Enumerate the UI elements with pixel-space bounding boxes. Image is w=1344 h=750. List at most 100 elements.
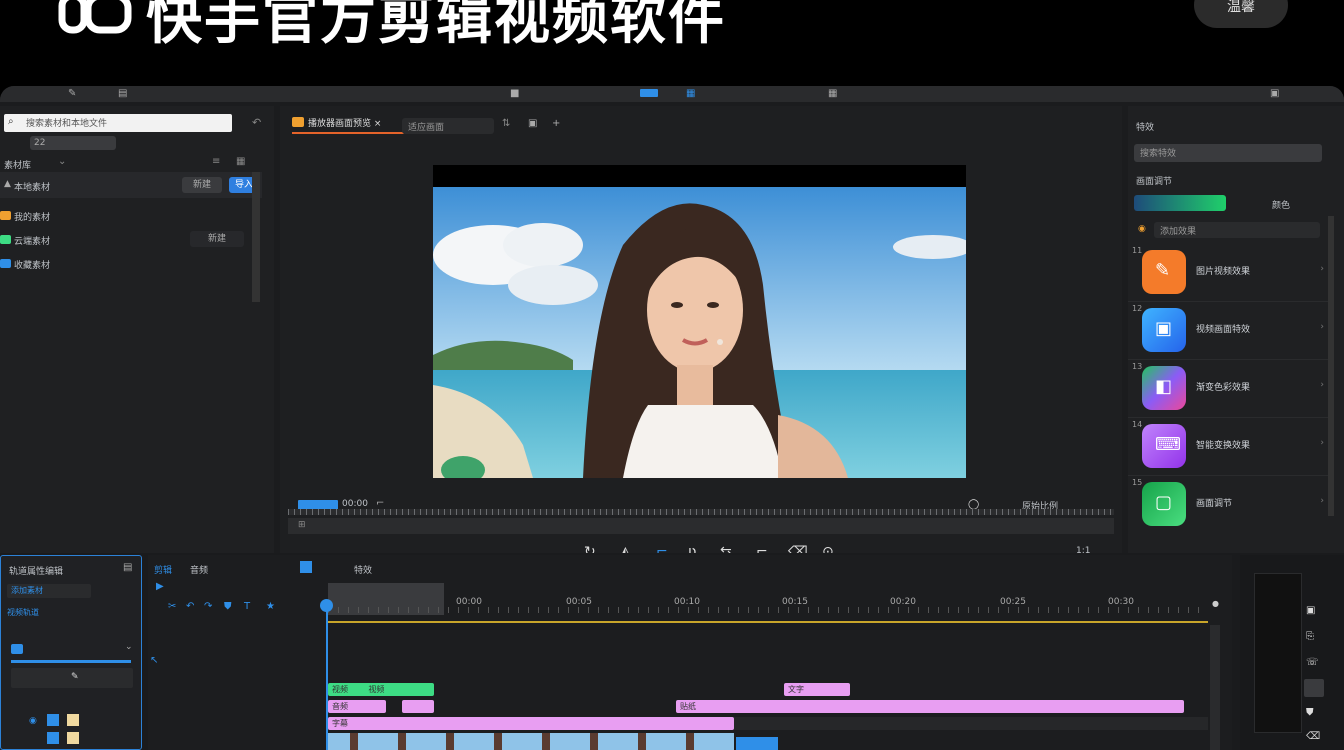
- row-option-button[interactable]: 新建: [182, 177, 222, 193]
- effect-item[interactable]: 11 ✎ 图片视频效果 ›: [1128, 244, 1328, 302]
- zoom-icon[interactable]: ●: [1212, 599, 1219, 608]
- media-dropdown[interactable]: 22: [30, 136, 116, 150]
- add-effect-field[interactable]: 添加效果: [1154, 222, 1320, 238]
- video-frame[interactable]: [433, 165, 973, 484]
- chevron-right-icon[interactable]: ›: [1320, 264, 1324, 274]
- undo-icon[interactable]: ↶: [186, 601, 194, 612]
- effect-item[interactable]: 12 ▣ 视频画面特效 ›: [1128, 302, 1328, 360]
- tab-audio[interactable]: 音频: [190, 563, 208, 576]
- save-icon[interactable]: ▣: [1306, 605, 1315, 616]
- audio-clip[interactable]: [402, 700, 434, 713]
- time-ruler[interactable]: [328, 607, 1208, 613]
- list-item[interactable]: 云端素材 新建: [0, 228, 262, 250]
- timeline[interactable]: 剪辑 音频 特效 ▶ ✂ ↶ ↷ ⛊ T ★ ↖ 00:00 00:05 00:…: [148, 555, 1232, 750]
- mute-toggle[interactable]: [67, 714, 79, 726]
- shield-icon[interactable]: ⛊: [1306, 707, 1314, 718]
- sticker-clip[interactable]: 贴纸: [676, 700, 1184, 713]
- adjust-icon[interactable]: ⇅: [502, 118, 510, 129]
- effect-number: 12: [1132, 304, 1143, 313]
- list-item[interactable]: 我的素材: [0, 204, 262, 226]
- text-icon[interactable]: T: [244, 601, 250, 612]
- mute-toggle[interactable]: [67, 732, 79, 744]
- search-input[interactable]: 搜索素材和本地文件: [4, 114, 232, 132]
- progress-track[interactable]: [288, 518, 1114, 534]
- effect-item[interactable]: 15 ▢ 画面调节 ›: [1128, 476, 1328, 534]
- back-icon[interactable]: ↶: [252, 116, 261, 129]
- square-icon[interactable]: ■: [510, 88, 519, 99]
- trash-icon[interactable]: ⌫: [1306, 731, 1320, 742]
- list-item[interactable]: ▲ 本地素材 新建 导入: [0, 172, 262, 198]
- color-gradient-slider[interactable]: [1134, 195, 1226, 211]
- list-item[interactable]: 收藏素材: [0, 252, 262, 274]
- gradient-label: 颜色: [1272, 201, 1291, 211]
- fullscreen-icon[interactable]: ⌐: [376, 498, 384, 509]
- phone-icon[interactable]: ☏: [1306, 657, 1319, 668]
- folder-icon[interactable]: [11, 644, 23, 654]
- marker-icon[interactable]: ⊞: [298, 520, 306, 530]
- menu-icon[interactable]: ▤: [118, 88, 127, 99]
- grid-view-icon[interactable]: ▦: [236, 156, 245, 167]
- close-icon[interactable]: ×: [374, 119, 382, 129]
- subtitle-clip[interactable]: 字幕: [328, 717, 734, 730]
- video-clip[interactable]: 视频 视频: [328, 683, 434, 696]
- scrollbar[interactable]: [252, 172, 260, 302]
- timeline-area: 轨道属性编辑 ▤ 添加素材 视频轨道 ⌄ ✎ ◉ 剪辑 音频 特效 ▶ ✂ ↶ …: [0, 553, 1344, 750]
- plus-icon[interactable]: +: [552, 118, 560, 129]
- list-icon[interactable]: ≡: [212, 156, 220, 167]
- shield-icon[interactable]: ⛊: [224, 601, 232, 612]
- scrollbar[interactable]: [1210, 625, 1220, 750]
- text-clip[interactable]: 文字: [784, 683, 850, 696]
- panel-title: 特效: [1136, 123, 1155, 133]
- star-icon[interactable]: ★: [266, 601, 275, 612]
- window-icon[interactable]: ▣: [1270, 88, 1279, 99]
- select-icon[interactable]: ▶: [156, 581, 164, 592]
- layout-button[interactable]: [1304, 679, 1324, 697]
- chevron-down-icon[interactable]: ⌄: [125, 642, 133, 652]
- effect-label: 画面调节: [1196, 499, 1233, 509]
- clip-icon: ▲: [4, 179, 11, 189]
- chevron-right-icon[interactable]: ›: [1320, 322, 1324, 332]
- redo-icon[interactable]: ↷: [204, 601, 212, 612]
- chevron-right-icon[interactable]: ›: [1320, 380, 1324, 390]
- copy-icon[interactable]: ⎘: [1306, 631, 1314, 642]
- grid-icon[interactable]: ▦: [686, 88, 695, 99]
- chevron-right-icon[interactable]: ›: [1320, 496, 1324, 506]
- folder-icon: [292, 117, 304, 127]
- snap-toggle[interactable]: [300, 561, 312, 573]
- edit-icon[interactable]: ✎: [71, 672, 79, 682]
- level-slider[interactable]: [11, 660, 131, 663]
- transition-clip[interactable]: [736, 737, 778, 750]
- crop-icon[interactable]: ▣: [528, 118, 537, 129]
- grid-small-icon[interactable]: ▦: [828, 88, 837, 99]
- pen-icon[interactable]: ✎: [68, 88, 76, 99]
- playhead[interactable]: [320, 599, 333, 612]
- visibility-toggle[interactable]: [47, 714, 59, 726]
- zoom-dropdown[interactable]: 适应画面: [402, 118, 494, 134]
- tab-effects[interactable]: 特效: [354, 563, 372, 576]
- effect-thumbnail: ▢: [1142, 482, 1186, 526]
- cut-icon[interactable]: ✂: [168, 601, 176, 612]
- tab-edit[interactable]: 剪辑: [154, 563, 172, 576]
- visibility-toggle[interactable]: [47, 732, 59, 744]
- clip-label: 字幕: [332, 719, 348, 728]
- arrow-icon[interactable]: ↖: [150, 655, 158, 666]
- effect-item[interactable]: 14 ⌨ 智能变换效果 ›: [1128, 418, 1328, 476]
- effect-number: 14: [1132, 420, 1143, 429]
- filter-icon[interactable]: ⌄: [58, 156, 66, 167]
- scrub-bar[interactable]: [288, 509, 1114, 515]
- chevron-right-icon[interactable]: ›: [1320, 438, 1324, 448]
- effects-search-input[interactable]: 搜索特效: [1134, 144, 1322, 162]
- new-button[interactable]: 新建: [190, 231, 244, 247]
- options-icon[interactable]: ▤: [123, 562, 132, 573]
- header-button[interactable]: 温馨: [1194, 0, 1288, 28]
- audio-clip[interactable]: 音频: [328, 700, 386, 713]
- lock-icon[interactable]: ◉: [29, 716, 37, 726]
- playhead-line[interactable]: [326, 603, 328, 750]
- ruler-label: 00:05: [566, 597, 592, 607]
- scrollbar[interactable]: [1328, 216, 1334, 516]
- material-field[interactable]: 添加素材: [7, 584, 91, 598]
- layout-button[interactable]: [640, 89, 658, 97]
- video-filmstrip[interactable]: [328, 733, 734, 750]
- effect-item[interactable]: 13 ◧ 渐变色彩效果 ›: [1128, 360, 1328, 418]
- tab-preview[interactable]: 播放器画面预览 ×: [292, 116, 404, 134]
